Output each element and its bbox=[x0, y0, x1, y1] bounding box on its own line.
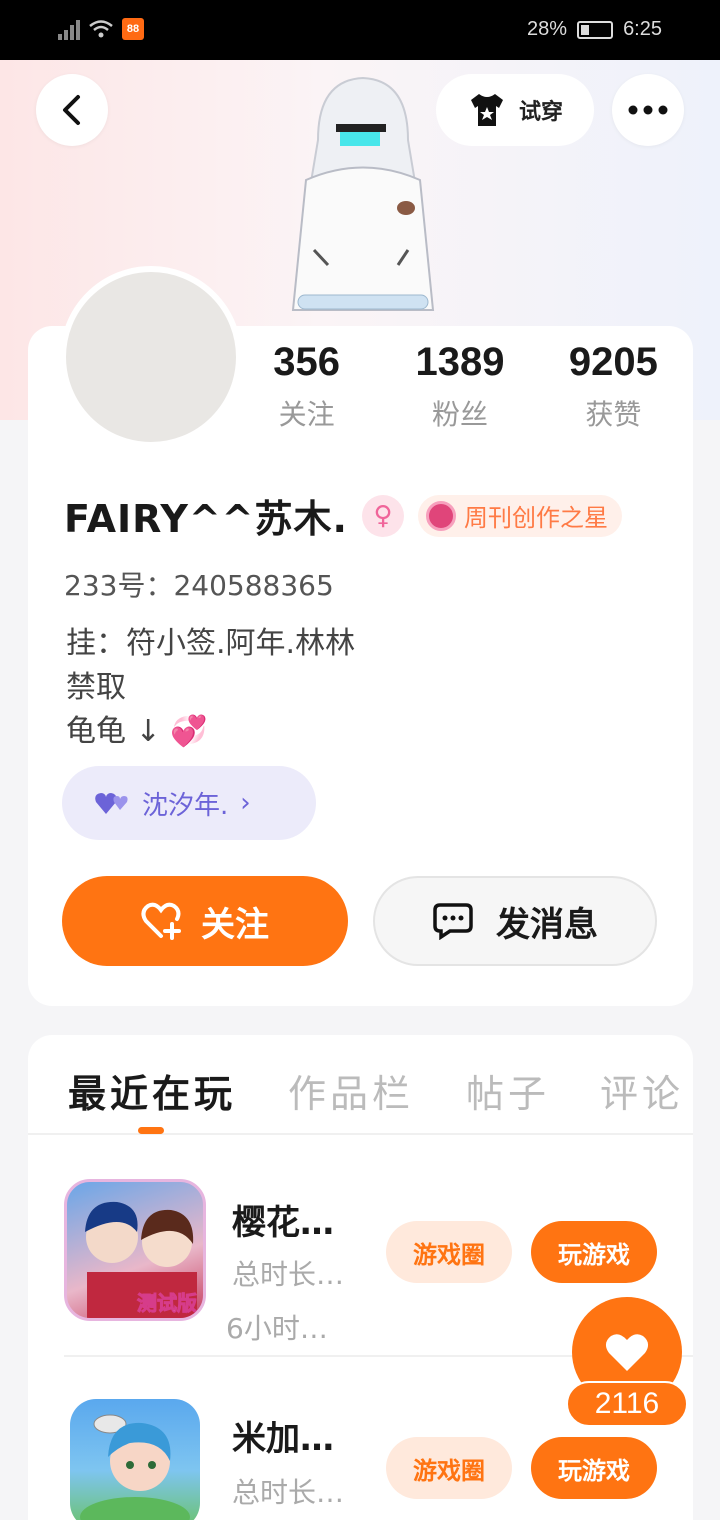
chevron-right-icon: › bbox=[240, 788, 251, 818]
status-left: 88 bbox=[58, 18, 144, 40]
stat-likes[interactable]: 9205 获赞 bbox=[537, 340, 690, 433]
title-badge[interactable]: 周刊创作之星 bbox=[417, 494, 622, 537]
bio: 挂：符小签.阿年.林林 禁取 龟龟 ↓ 💞 bbox=[66, 622, 355, 754]
tab-posts[interactable]: 帖子 bbox=[466, 1063, 550, 1118]
heart-plus-icon bbox=[141, 902, 181, 940]
tab-indicator bbox=[138, 1127, 164, 1134]
heart-icon bbox=[605, 1334, 649, 1371]
game-icon[interactable] bbox=[70, 1399, 200, 1520]
try-on-button[interactable]: 试穿 bbox=[436, 74, 594, 146]
try-on-label: 试穿 bbox=[518, 100, 563, 125]
profile-tabs: 最近在玩 作品栏 帖子 评论 bbox=[28, 1035, 693, 1135]
game-title: 米加… bbox=[232, 1419, 334, 1459]
status-bar: 88 28% 6:25 bbox=[0, 0, 720, 60]
bio-line: 龟龟 ↓ bbox=[66, 714, 161, 749]
game-playtime-value: 6小时… bbox=[226, 1312, 328, 1345]
game-circle-button[interactable]: 游戏圈 bbox=[386, 1221, 512, 1283]
user-id: 233号：240588365 bbox=[64, 569, 334, 602]
tshirt-icon bbox=[470, 94, 503, 126]
game-playtime-label: 总时长… bbox=[232, 1476, 345, 1509]
female-icon: ♀ bbox=[361, 494, 404, 537]
follow-label: 关注 bbox=[201, 904, 269, 945]
tab-works[interactable]: 作品栏 bbox=[288, 1063, 414, 1118]
avatar[interactable] bbox=[60, 266, 242, 448]
stat-value: 1389 bbox=[415, 340, 505, 384]
title-badge-label: 周刊创作之星 bbox=[463, 504, 608, 532]
stat-label: 关注 bbox=[278, 398, 335, 431]
battery-icon bbox=[577, 20, 614, 39]
medal-icon bbox=[425, 500, 456, 531]
hearts-emoji-icon: 💞 bbox=[170, 714, 208, 749]
stat-value: 356 bbox=[273, 340, 341, 384]
like-count: 2116 bbox=[566, 1381, 688, 1427]
name-row: FAIRY^^苏木. ♀ 周刊创作之星 bbox=[64, 488, 622, 543]
clock: 6:25 bbox=[623, 18, 662, 40]
user-name: FAIRY^^苏木. bbox=[64, 497, 348, 541]
profile-stats: 356 关注 1389 粉丝 9205 获赞 bbox=[230, 340, 690, 433]
bio-line: 挂：符小签.阿年.林林 bbox=[66, 626, 356, 661]
play-game-button[interactable]: 玩游戏 bbox=[531, 1221, 657, 1283]
game-title: 樱花… bbox=[232, 1203, 334, 1243]
chat-bubble-icon bbox=[433, 903, 473, 940]
status-right: 28% 6:25 bbox=[527, 18, 662, 41]
purple-hearts-icon bbox=[95, 793, 128, 814]
send-message-button[interactable]: 发消息 bbox=[373, 876, 657, 966]
friend-link[interactable]: 沈汐年. › bbox=[62, 766, 316, 840]
bio-line-row: 龟龟 ↓ 💞 bbox=[66, 710, 355, 754]
tab-comments[interactable]: 评论 bbox=[600, 1063, 684, 1118]
stat-label: 获赞 bbox=[585, 398, 642, 431]
wifi-icon bbox=[89, 20, 113, 38]
game-art bbox=[80, 1414, 190, 1520]
game-circle-button[interactable]: 游戏圈 bbox=[386, 1437, 512, 1499]
game-playtime-label: 总时长… bbox=[232, 1258, 345, 1291]
game-icon[interactable]: 测试版 bbox=[64, 1179, 206, 1321]
friend-name: 沈汐年. bbox=[142, 790, 229, 821]
follow-button[interactable]: 关注 bbox=[62, 876, 348, 966]
chevron-left-icon bbox=[63, 95, 80, 125]
stat-followers[interactable]: 1389 粉丝 bbox=[383, 340, 536, 433]
play-game-button[interactable]: 玩游戏 bbox=[531, 1437, 657, 1499]
stat-following[interactable]: 356 关注 bbox=[230, 340, 383, 433]
battery-percent: 28% bbox=[527, 18, 568, 40]
game-icon-badge: 测试版 bbox=[137, 1291, 197, 1315]
stat-label: 粉丝 bbox=[431, 398, 488, 431]
stat-value: 9205 bbox=[568, 340, 658, 384]
back-button[interactable] bbox=[36, 74, 108, 146]
tab-recent-games[interactable]: 最近在玩 bbox=[68, 1063, 236, 1118]
more-button[interactable] bbox=[612, 74, 684, 146]
bio-line: 禁取 bbox=[66, 670, 126, 705]
app-notification-icon: 88 bbox=[122, 18, 144, 40]
message-label: 发消息 bbox=[496, 904, 598, 945]
content-card: 最近在玩 作品栏 帖子 评论 测试版 樱花… 总时长… 6小时… 游戏圈 玩游戏 bbox=[28, 1035, 693, 1520]
game-art: 测试版 bbox=[85, 1201, 198, 1318]
more-icon bbox=[628, 105, 668, 115]
signal-icon bbox=[58, 18, 80, 40]
